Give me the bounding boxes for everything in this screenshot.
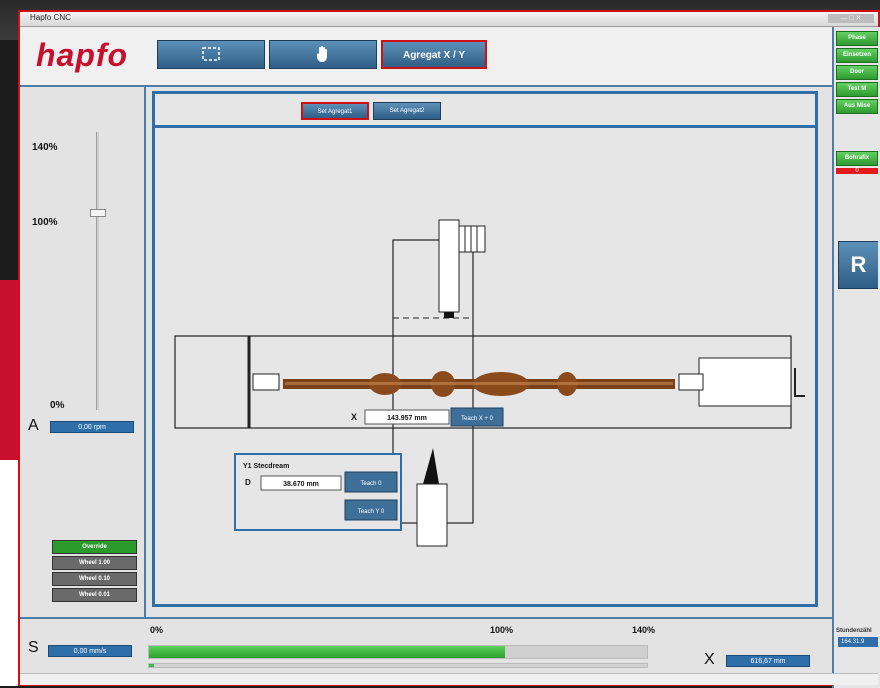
feed-tick-140: 140% [632,625,656,635]
right-sidebar: Phase Einsetzen Door Test M Aus Mise Boh… [832,27,880,688]
set-agregat2-button[interactable]: Set Agregat2 [373,102,441,120]
main-panel: Set Agregat1 Set Agregat2 X 143.957 mm T… [146,87,832,617]
status-bar [20,673,878,685]
wheel-1-button[interactable]: Wheel 1.00 [52,556,137,570]
s-axis-label: S [28,639,39,656]
app-window: Hapfo CNC — □ ✕ hapfo Agregat X / Y Phas… [18,10,880,688]
machine-diagram: X 143.957 mm Teach X + 0 Y1 Stecdream D … [174,219,805,547]
feed-progress-bar [148,663,648,668]
feed-override-fill [149,646,505,658]
upper-spindle [438,219,460,313]
x-position-value: 143.957 mm [387,415,427,422]
y1-d-label: D [245,478,251,487]
a-rpm-value: 0,00 rpm [50,421,134,433]
pct-100-label: 100% [32,217,58,228]
aggregat-selector: Set Agregat1 Set Agregat2 [152,91,818,125]
desktop-background-white [0,460,20,686]
hand-mode-button[interactable] [269,40,377,69]
x-axis-label: X [704,651,715,668]
einsetzen-button[interactable]: Einsetzen [836,48,878,63]
wheel-001-button[interactable]: Wheel 0.01 [52,588,137,602]
title-bar: Hapfo CNC — □ ✕ [20,12,878,27]
feed-override-bar[interactable] [148,645,648,659]
lower-tool-blade [423,448,439,484]
speed-slider-track[interactable] [96,132,99,410]
agregat-xy-button[interactable]: Agregat X / Y [381,40,487,69]
hapfo-logo: hapfo [36,37,129,73]
y1-d-value: 38.670 mm [283,481,319,488]
frame-view-button[interactable] [157,40,265,69]
headstock-chuck [252,373,280,391]
window-title: Hapfo CNC [30,13,71,22]
feed-progress-fill [149,664,154,667]
override-button[interactable]: Override [52,540,137,554]
r-button[interactable]: R [838,241,878,289]
feed-tick-100: 100% [490,625,514,635]
feed-panel: S 0,00 mm/s 0% 100% 140% X 616,67 mm [20,617,832,673]
pct-140-label: 140% [32,142,58,153]
lower-tool-holder [416,483,448,547]
y1-teach-0-label: Teach 0 [360,481,382,487]
y1-title: Y1 Stecdream [243,463,289,470]
speed-slider-thumb[interactable] [90,209,106,217]
feed-tick-0: 0% [150,625,164,635]
teach-x-label: Teach X + 0 [461,416,494,422]
x-position-label: X [351,412,357,422]
set-agregat1-button[interactable]: Set Agregat1 [301,102,369,120]
x-axis-value: 616,67 mm [726,655,810,667]
phase-button[interactable]: Phase [836,31,878,46]
header-bar: hapfo Agregat X / Y [20,27,878,87]
workpiece [283,371,675,397]
door-button[interactable]: Door [836,65,878,80]
tailstock-quill [678,373,704,391]
pct-0-label: 0% [50,400,65,411]
aus-mise-button[interactable]: Aus Mise [836,99,878,114]
s-feed-value: 0,00 mm/s [48,645,132,657]
desktop-background-red [0,280,20,460]
frame-icon [202,47,220,61]
window-controls[interactable]: — □ ✕ [828,14,874,23]
stunden-value: 164.31.9 [838,637,878,647]
wheel-010-button[interactable]: Wheel 0.10 [52,572,137,586]
a-axis-label: A [28,417,39,434]
test-button[interactable]: Test M [836,82,878,97]
tailstock [698,357,792,407]
machine-view: X 143.957 mm Teach X + 0 Y1 Stecdream D … [152,125,818,607]
spindle-panel: 140% 100% 0% A 0,00 rpm Override Wheel 1… [20,87,146,617]
upper-spindle-head [458,225,486,253]
hand-icon [316,46,327,62]
upper-spindle-tip [444,312,454,318]
alarm-indicator: 0 [836,168,878,174]
stunden-label: Stundenzähl [836,628,872,634]
tailstock-handle [794,368,805,397]
bohrafix-button[interactable]: Bohrafix [836,151,878,166]
y1-teach-y-label: Teach Y 0 [358,509,385,515]
